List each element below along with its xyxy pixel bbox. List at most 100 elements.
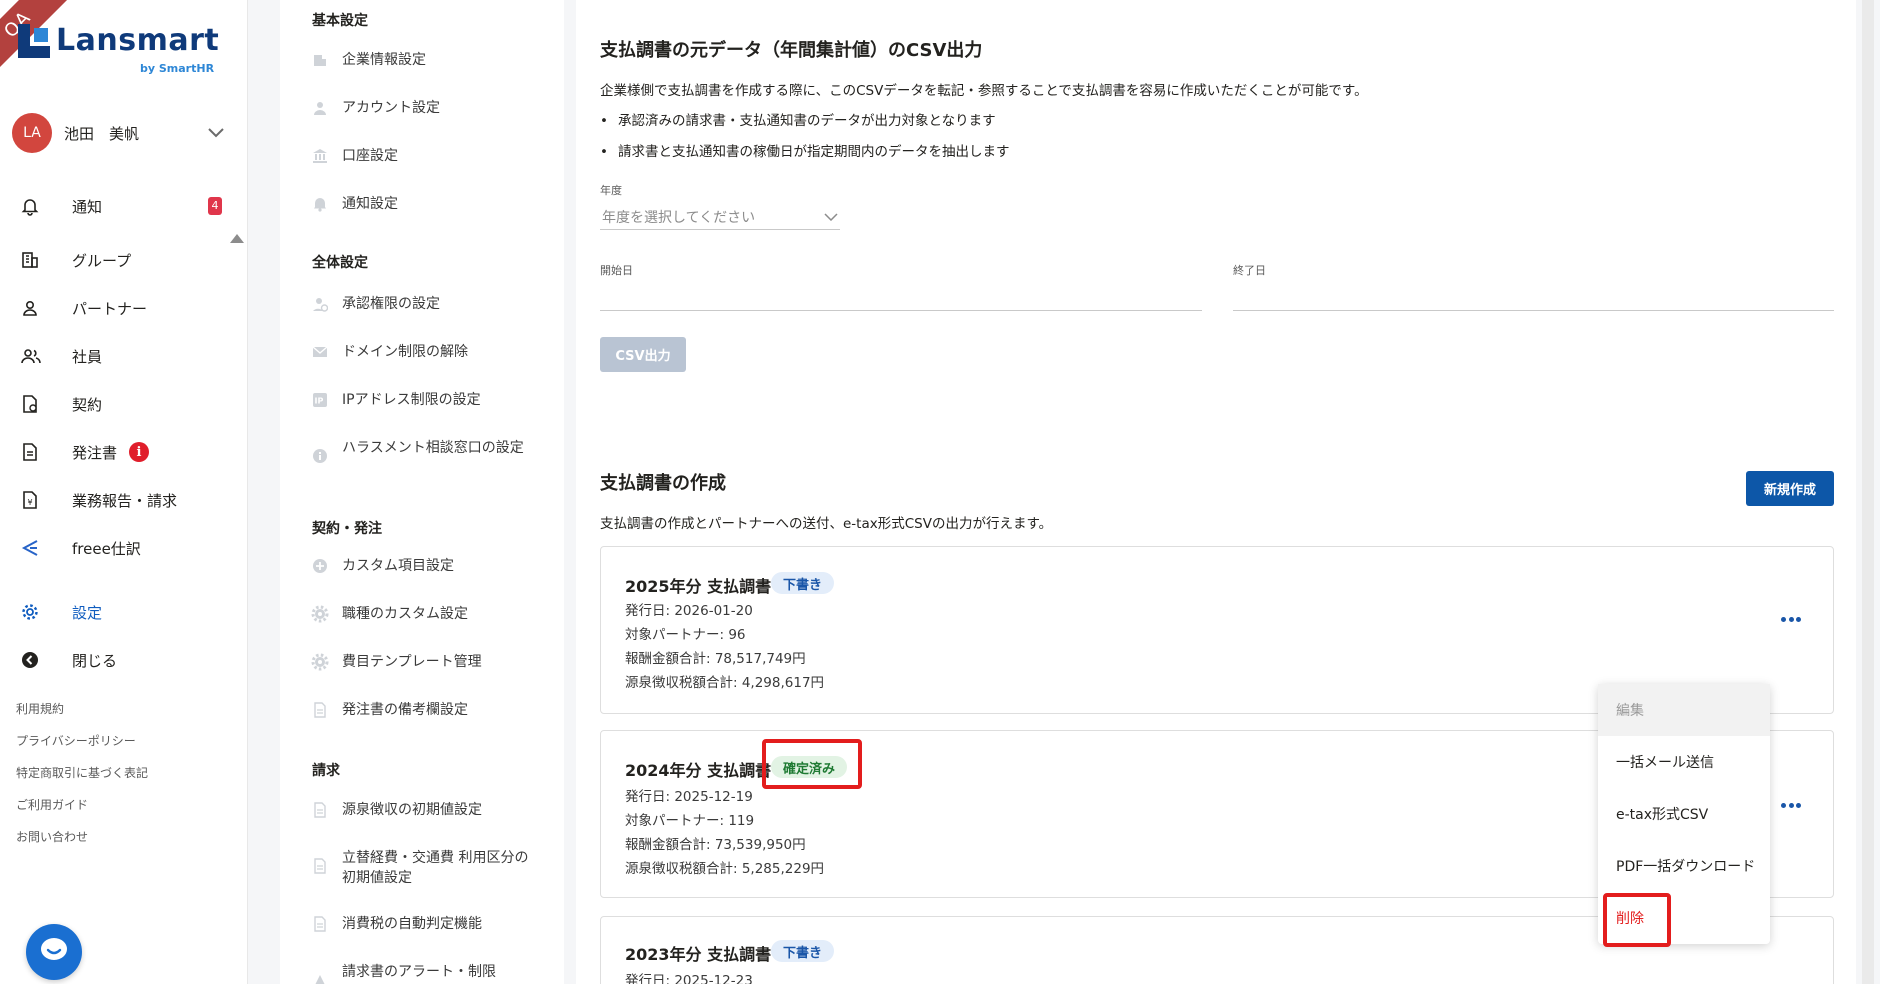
avatar: LA [12,113,52,153]
main-scrollbar[interactable] [1856,0,1880,984]
document-icon [310,914,330,934]
settings-item-bank[interactable]: 口座設定 [310,146,530,166]
settings-item-approval[interactable]: 承認権限の設定 [310,294,530,314]
end-date-label: 終了日 [1233,264,1266,277]
settings-menu: 基本設定 企業情報設定 アカウント設定 口座設定 通知設定 全体設定 承認権限の… [280,0,843,984]
nav-item-notifications[interactable]: 通知 4 [20,186,232,226]
settings-item-label: 立替経費・交通費 利用区分の初期値設定 [342,850,529,886]
settings-item-job-types[interactable]: 職種のカスタム設定 [310,604,530,624]
nav-label: 閉じる [72,651,118,670]
collapse-icon [20,648,52,672]
csv-bullet: 請求書と支払通知書の稼働日が指定期間内のデータを抽出します [600,140,1010,160]
card-issue-date: 発行日: 2025-12-19 [625,789,753,805]
logo[interactable]: Lansmart [18,24,219,58]
settings-item-label: 源泉徴収の初期値設定 [342,802,482,818]
chat-button[interactable] [26,924,82,980]
scrollbar-thumb[interactable] [1862,0,1874,984]
settings-item-account[interactable]: アカウント設定 [310,98,530,118]
nav-label: 発注書 [72,443,118,462]
settings-item-order-notes[interactable]: 発注書の備考欄設定 [310,700,530,720]
settings-item-label: 口座設定 [342,148,398,164]
card-amount-total: 報酬金額合計: 78,517,749円 [625,651,806,667]
settings-group-global: 全体設定 [312,255,368,271]
nav-item-freee[interactable]: freee仕訳 [20,528,232,568]
nav-label: パートナー [72,299,148,318]
building-icon [20,248,52,272]
more-options-icon[interactable] [1777,795,1805,815]
user-menu[interactable]: LA 池田 美帆 [12,113,228,153]
card-amount-total: 報酬金額合計: 73,539,950円 [625,837,806,853]
nav-item-partners[interactable]: パートナー [20,288,232,328]
menu-item-pdf-download[interactable]: PDF一括ダウンロード [1598,840,1770,892]
bank-icon [310,146,330,166]
nav-item-contracts[interactable]: 契約 [20,384,232,424]
year-select[interactable]: 年度を選択してください [600,204,840,230]
invoice-icon: ¥ [20,488,52,512]
bell-icon [20,194,52,218]
settings-item-invoice-alert[interactable]: 請求書のアラート・制限 [310,962,530,984]
settings-item-label: ドメイン制限の解除 [342,344,468,360]
settings-item-label: 発注書の備考欄設定 [342,702,468,718]
create-section-description: 支払調書の作成とパートナーへの送付、e-tax形式CSVの出力が行えます。 [600,516,1053,532]
settings-item-withholding[interactable]: 源泉徴収の初期値設定 [310,800,530,820]
global-nav: QA Lansmart by SmartHR LA 池田 美帆 通知 4 グルー… [0,0,248,984]
settings-item-label: 費目テンプレート管理 [342,654,482,670]
footer-link-guide[interactable]: ご利用ガイド [16,796,88,813]
nav-item-employees[interactable]: 社員 [20,336,232,376]
settings-item-notification[interactable]: 通知設定 [310,194,530,214]
csv-export-button[interactable]: CSV出力 [600,337,686,372]
nav-label: 社員 [72,347,103,366]
settings-item-harassment[interactable]: ハラスメント相談窓口の設定 [310,438,530,466]
gear-icon [310,652,330,672]
nav-item-close[interactable]: 閉じる [20,640,232,680]
footer-link-commerce[interactable]: 特定商取引に基づく表記 [16,764,148,781]
card-tax-total: 源泉徴収税額合計: 4,298,617円 [625,675,825,691]
notification-count-badge: 4 [208,197,222,215]
nav-item-reports-billing[interactable]: ¥ 業務報告・請求 [20,480,232,520]
brand-name: Lansmart [56,23,220,58]
nav-scroll-up-icon[interactable] [230,234,244,243]
settings-item-label: カスタム項目設定 [342,558,454,574]
document-icon [310,800,330,820]
csv-section-title: 支払調書の元データ（年間集計値）のCSV出力 [600,40,983,61]
menu-item-bulk-email[interactable]: 一括メール送信 [1598,736,1770,788]
more-options-icon[interactable] [1777,609,1805,629]
warning-icon [310,972,330,984]
info-icon [310,446,330,466]
footer-link-privacy[interactable]: プライバシーポリシー [16,732,136,749]
settings-item-company[interactable]: 企業情報設定 [310,50,530,70]
new-create-button[interactable]: 新規作成 [1746,471,1834,506]
end-date-input[interactable] [1233,310,1834,311]
year-select-placeholder: 年度を選択してください [602,209,756,226]
document-icon [310,700,330,720]
building-icon [310,50,330,70]
info-badge: i [129,442,150,462]
chat-icon [39,937,69,967]
footer-link-terms[interactable]: 利用規約 [16,700,64,717]
gear-icon [310,604,330,624]
settings-item-custom-fields[interactable]: カスタム項目設定 [310,556,530,576]
nav-item-settings[interactable]: 設定 [20,592,232,632]
nav-item-groups[interactable]: グループ [20,240,232,280]
status-badge: 下書き [771,940,835,962]
menu-item-edit[interactable]: 編集 [1598,684,1770,736]
svg-text:IP: IP [315,397,324,406]
settings-item-expense-templates[interactable]: 費目テンプレート管理 [310,652,530,672]
settings-item-tax-auto[interactable]: 消費税の自動判定機能 [310,914,530,934]
chevron-down-icon[interactable] [204,121,228,145]
settings-item-ip[interactable]: IP IPアドレス制限の設定 [310,390,530,410]
card-title: 2025年分 支払調書 [625,577,772,596]
settings-item-expense-category[interactable]: 立替経費・交通費 利用区分の初期値設定 [310,848,530,888]
start-date-input[interactable] [600,310,1202,311]
nav-label: 業務報告・請求 [72,491,178,510]
card-issue-date: 発行日: 2026-01-20 [625,603,753,619]
settings-group-basic: 基本設定 [312,13,368,29]
svg-text:¥: ¥ [28,498,33,507]
settings-item-label: IPアドレス制限の設定 [342,392,481,408]
footer-link-contact[interactable]: お問い合わせ [16,828,88,845]
menu-item-etax-csv[interactable]: e-tax形式CSV [1598,788,1770,840]
settings-item-domain[interactable]: ドメイン制限の解除 [310,342,530,362]
gear-icon [20,600,52,624]
start-date-label: 開始日 [600,264,633,277]
nav-item-purchase-orders[interactable]: 発注書 i [20,432,232,472]
